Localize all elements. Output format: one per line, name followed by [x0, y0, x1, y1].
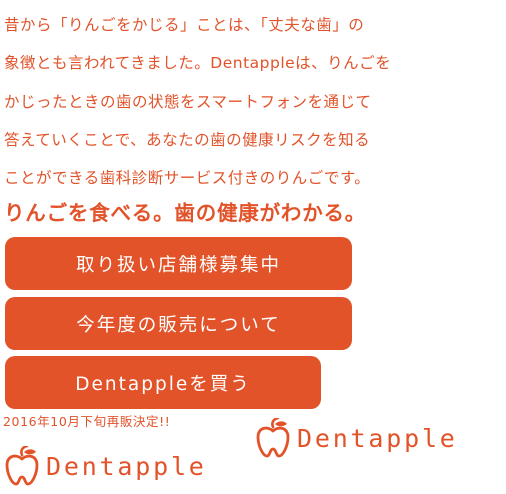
dentapple-logo[interactable]: Dentapple [255, 418, 458, 458]
intro-line: 答えていくことで、あなたの歯の健康リスクを知る [4, 130, 371, 149]
intro-text: 昔から「りんごをかじる」ことは、「丈夫な歯」の 象徴とも言われてきました。Den… [4, 6, 504, 197]
apple-tooth-icon [256, 418, 290, 458]
release-notice: 2016年10月下旬再販決定!! [3, 414, 171, 429]
intro-line: 象徴とも言われてきました。Dentappleは、りんごを [4, 54, 392, 73]
sales-info-button[interactable]: 今年度の販売について [5, 297, 352, 350]
apple-tooth-icon [5, 446, 39, 486]
logo-text: Dentapple [46, 451, 207, 481]
dentapple-logo[interactable]: Dentapple [4, 446, 207, 486]
page: 昔から「りんごをかじる」ことは、「丈夫な歯」の 象徴とも言われてきました。Den… [0, 0, 506, 494]
intro-line: かじったときの歯の状態をスマートフォンを通じて [4, 92, 372, 111]
tagline: りんごを食べる。歯の健康がわかる。 [4, 201, 367, 225]
intro-line: 昔から「りんごをかじる」ことは、「丈夫な歯」の [4, 16, 365, 34]
buy-dentapple-button[interactable]: Dentappleを買う [5, 356, 321, 409]
intro-line: ことができる歯科診断サービス付きのりんごです。 [4, 169, 371, 188]
logo-text: Dentapple [297, 423, 458, 453]
retailer-recruitment-button[interactable]: 取り扱い店舗様募集中 [5, 237, 352, 290]
